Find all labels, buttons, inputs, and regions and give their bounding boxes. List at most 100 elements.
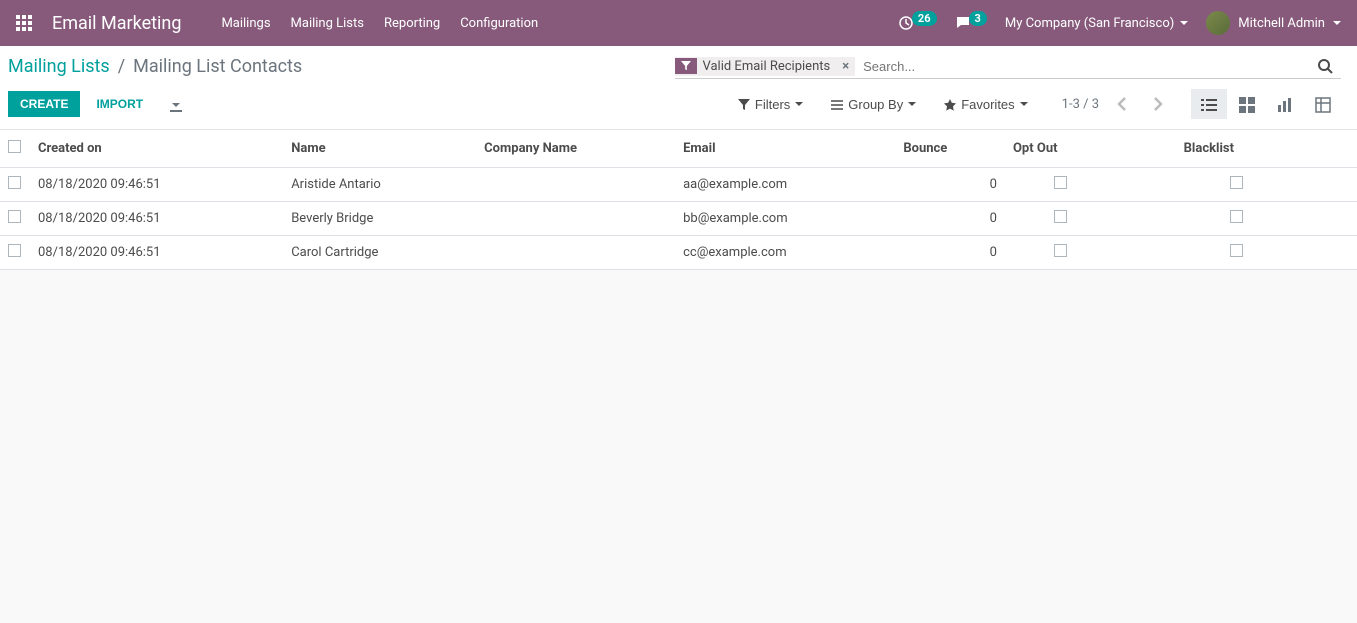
- graph-view-icon: [1277, 95, 1293, 111]
- filters-dropdown[interactable]: Filters: [734, 93, 807, 116]
- groupby-dropdown[interactable]: Group By: [827, 93, 920, 116]
- activities-button[interactable]: 26: [898, 15, 937, 31]
- list-view-icon: [1201, 95, 1217, 111]
- company-switcher[interactable]: My Company (San Francisco): [1005, 16, 1188, 31]
- main-navbar: Email Marketing Mailings Mailing Lists R…: [0, 0, 1357, 46]
- download-icon: [169, 96, 183, 111]
- cell-company-name: [476, 235, 675, 269]
- cell-email: bb@example.com: [675, 201, 895, 235]
- table-row[interactable]: 08/18/2020 09:46:51Carol Cartridgecc@exa…: [0, 235, 1357, 269]
- nav-mailing-lists[interactable]: Mailing Lists: [291, 16, 364, 31]
- th-blacklist[interactable]: Blacklist: [1176, 130, 1297, 168]
- app-brand[interactable]: Email Marketing: [52, 13, 181, 34]
- control-panel: Mailing Lists / Mailing List Contacts Va…: [0, 46, 1357, 130]
- filters-label: Filters: [755, 97, 790, 112]
- select-all-checkbox[interactable]: [8, 140, 21, 153]
- blacklist-checkbox[interactable]: [1230, 210, 1243, 223]
- table-row[interactable]: 08/18/2020 09:46:51Aristide Antarioaa@ex…: [0, 167, 1357, 201]
- cell-spacer: [1116, 167, 1176, 201]
- favorites-dropdown[interactable]: Favorites: [940, 93, 1031, 116]
- breadcrumb-current: Mailing List Contacts: [133, 56, 302, 77]
- pager-prev[interactable]: [1109, 91, 1135, 117]
- download-button[interactable]: [159, 90, 193, 117]
- view-switcher: [1191, 89, 1341, 118]
- nav-reporting[interactable]: Reporting: [384, 16, 440, 31]
- breadcrumb-separator: /: [118, 56, 125, 77]
- row-select: [0, 235, 30, 269]
- th-opt-out[interactable]: Opt Out: [1005, 130, 1116, 168]
- caret-down-icon: [1020, 102, 1028, 106]
- pager-value[interactable]: 1-3 / 3: [1062, 97, 1099, 112]
- row-checkbox[interactable]: [8, 210, 21, 223]
- pivot-view-icon: [1315, 95, 1331, 111]
- create-button[interactable]: CREATE: [8, 91, 80, 117]
- blacklist-checkbox[interactable]: [1230, 244, 1243, 257]
- company-name: My Company (San Francisco): [1005, 16, 1174, 31]
- star-icon: [944, 97, 956, 112]
- cell-name: Aristide Antario: [283, 167, 476, 201]
- facet-remove-button[interactable]: ×: [836, 57, 855, 76]
- th-bounce[interactable]: Bounce: [895, 130, 1005, 168]
- search-icon: [1317, 58, 1333, 73]
- th-spacer: [1116, 130, 1176, 168]
- cell-blacklist: [1176, 201, 1297, 235]
- breadcrumb: Mailing Lists / Mailing List Contacts: [8, 56, 675, 77]
- th-email[interactable]: Email: [675, 130, 895, 168]
- activities-count: 26: [912, 11, 937, 26]
- cell-opt-out: [1005, 235, 1116, 269]
- list-view-button[interactable]: [1191, 89, 1227, 118]
- cell-opt-out: [1005, 167, 1116, 201]
- contacts-table: Created on Name Company Name Email Bounc…: [0, 130, 1357, 270]
- kanban-view-icon: [1239, 95, 1255, 111]
- th-name[interactable]: Name: [283, 130, 476, 168]
- row-checkbox[interactable]: [8, 176, 21, 189]
- cell-spacer-end: [1297, 235, 1357, 269]
- cell-email: aa@example.com: [675, 167, 895, 201]
- cell-opt-out: [1005, 201, 1116, 235]
- cell-created-on: 08/18/2020 09:46:51: [30, 201, 283, 235]
- caret-down-icon: [1180, 21, 1188, 25]
- user-menu[interactable]: Mitchell Admin: [1206, 11, 1341, 35]
- cell-created-on: 08/18/2020 09:46:51: [30, 235, 283, 269]
- caret-down-icon: [1333, 21, 1341, 25]
- list-icon: [831, 97, 843, 112]
- search-input[interactable]: [859, 55, 1309, 78]
- cell-spacer: [1116, 201, 1176, 235]
- th-created-on[interactable]: Created on: [30, 130, 283, 168]
- search-facet: Valid Email Recipients ×: [675, 57, 856, 76]
- messages-count: 3: [969, 11, 987, 26]
- cell-spacer: [1116, 235, 1176, 269]
- cell-bounce: 0: [895, 201, 1005, 235]
- row-select: [0, 201, 30, 235]
- pivot-view-button[interactable]: [1305, 89, 1341, 118]
- graph-view-button[interactable]: [1267, 89, 1303, 118]
- kanban-view-button[interactable]: [1229, 89, 1265, 118]
- opt-out-checkbox[interactable]: [1054, 244, 1067, 257]
- pager-next[interactable]: [1145, 91, 1171, 117]
- cell-email: cc@example.com: [675, 235, 895, 269]
- nav-configuration[interactable]: Configuration: [460, 16, 538, 31]
- cell-blacklist: [1176, 235, 1297, 269]
- breadcrumb-parent[interactable]: Mailing Lists: [8, 56, 110, 77]
- favorites-label: Favorites: [961, 97, 1014, 112]
- cell-spacer-end: [1297, 201, 1357, 235]
- messages-button[interactable]: 3: [955, 15, 987, 31]
- th-company-name[interactable]: Company Name: [476, 130, 675, 168]
- cell-company-name: [476, 167, 675, 201]
- opt-out-checkbox[interactable]: [1054, 176, 1067, 189]
- user-name: Mitchell Admin: [1238, 16, 1325, 31]
- list-view: Created on Name Company Name Email Bounc…: [0, 130, 1357, 270]
- facet-label: Valid Email Recipients: [697, 57, 837, 76]
- nav-menu: Mailings Mailing Lists Reporting Configu…: [221, 16, 897, 31]
- nav-mailings[interactable]: Mailings: [221, 16, 270, 31]
- avatar: [1206, 11, 1230, 35]
- table-row[interactable]: 08/18/2020 09:46:51Beverly Bridgebb@exam…: [0, 201, 1357, 235]
- search-options: Filters Group By Favorites: [734, 93, 1032, 116]
- opt-out-checkbox[interactable]: [1054, 210, 1067, 223]
- import-button[interactable]: IMPORT: [84, 91, 155, 117]
- blacklist-checkbox[interactable]: [1230, 176, 1243, 189]
- caret-down-icon: [795, 102, 803, 106]
- search-button[interactable]: [1309, 54, 1341, 78]
- apps-icon[interactable]: [16, 15, 32, 31]
- row-checkbox[interactable]: [8, 244, 21, 257]
